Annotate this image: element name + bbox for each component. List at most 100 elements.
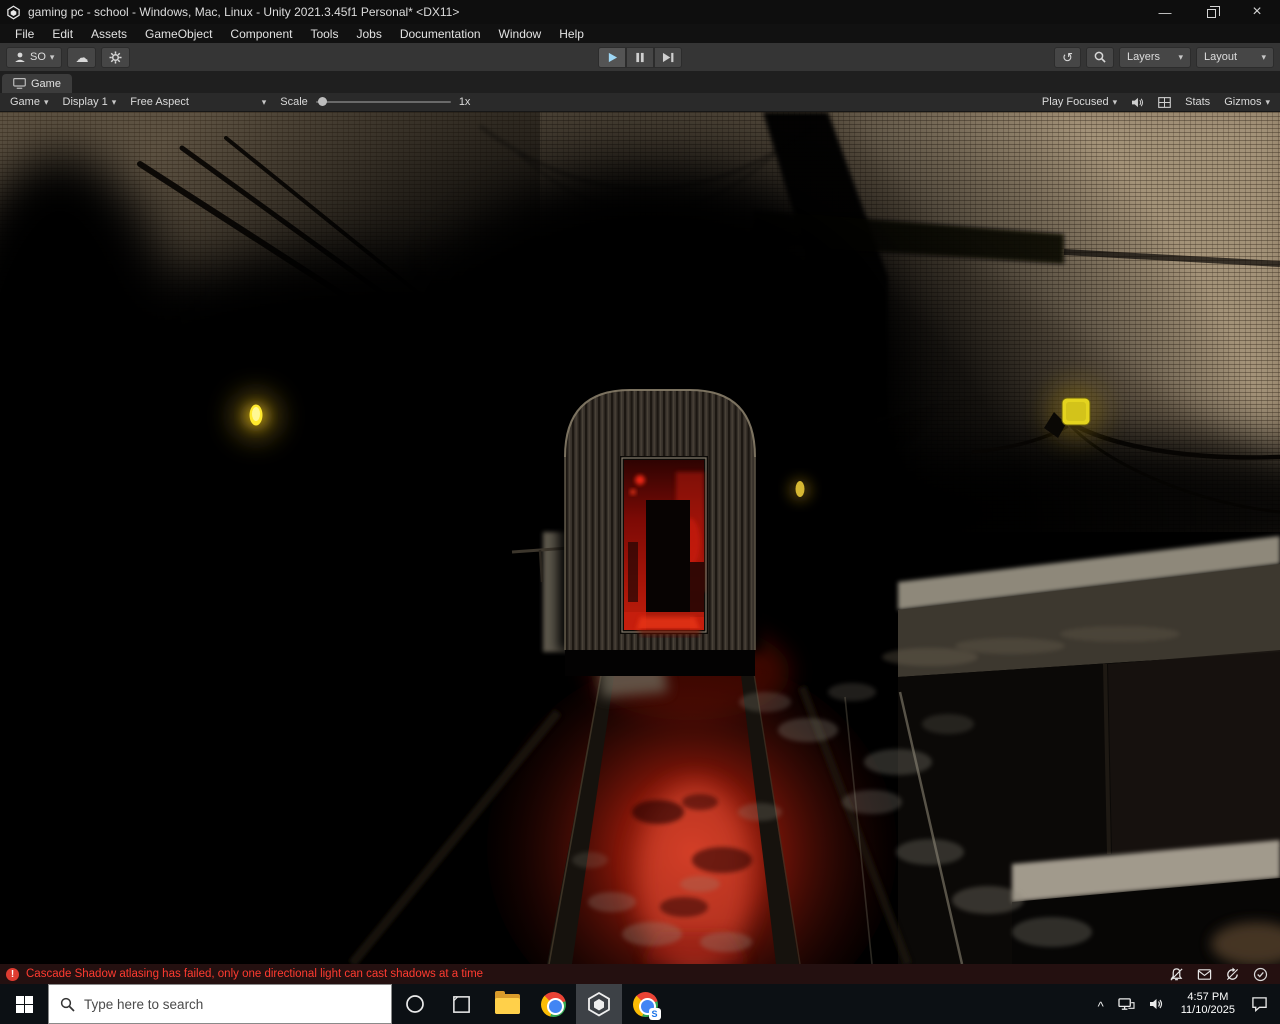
- gear-icon: [109, 50, 122, 64]
- play-focused-label: Play Focused: [1041, 96, 1109, 108]
- close-button[interactable]: ×: [1234, 0, 1280, 24]
- display-dropdown[interactable]: Display 1 ▾: [56, 93, 124, 111]
- mute-audio-button[interactable]: [1124, 97, 1151, 108]
- layers-dropdown[interactable]: Layers ▾: [1119, 46, 1191, 68]
- unity-app-icon: [6, 5, 21, 20]
- capture-grid-icon: [1158, 96, 1171, 108]
- menu-window[interactable]: Window: [490, 27, 551, 41]
- gizmos-dropdown[interactable]: Gizmos ▾: [1217, 96, 1277, 108]
- services-button[interactable]: [101, 46, 131, 68]
- chevron-down-icon: ▾: [111, 96, 117, 107]
- train-car: [558, 382, 762, 676]
- windows-logo-icon: [15, 995, 33, 1013]
- search-button[interactable]: [1086, 46, 1114, 68]
- scale-slider[interactable]: [315, 97, 451, 106]
- file-explorer-button[interactable]: [484, 984, 530, 1024]
- account-button[interactable]: SO ▾: [6, 46, 63, 68]
- minimize-icon: —: [1158, 4, 1172, 20]
- search-icon: [60, 997, 75, 1012]
- undo-history-button[interactable]: ↺: [1054, 46, 1081, 68]
- play-icon: [608, 52, 617, 62]
- taskbar-clock[interactable]: 4:57 PM 11/10/2025: [1172, 991, 1244, 1017]
- profile-badge: S: [648, 1007, 661, 1020]
- play-button[interactable]: [598, 46, 626, 68]
- menu-gameobject[interactable]: GameObject: [136, 27, 221, 41]
- menu-jobs[interactable]: Jobs: [347, 27, 390, 41]
- unity-taskbar-button[interactable]: [576, 984, 622, 1024]
- network-icon: [1118, 997, 1135, 1010]
- tab-game[interactable]: Game: [2, 74, 72, 93]
- menu-bar: File Edit Assets GameObject Component To…: [0, 24, 1280, 43]
- layers-label: Layers: [1127, 51, 1161, 63]
- main-toolbar: SO ▾ ☁ ↺ Layers ▾ Layout ▾: [0, 43, 1280, 72]
- scale-slider-knob[interactable]: [317, 97, 327, 106]
- aspect-dropdown[interactable]: Free Aspect ▾: [123, 93, 273, 111]
- center-tunnel-light: [788, 478, 812, 502]
- network-tray-button[interactable]: [1111, 984, 1142, 1024]
- menu-file[interactable]: File: [6, 27, 43, 41]
- cortana-icon: [406, 995, 424, 1013]
- aspect-label: Free Aspect: [130, 96, 189, 108]
- stats-button[interactable]: Stats: [1178, 96, 1217, 108]
- menu-help[interactable]: Help: [550, 27, 593, 41]
- menu-edit[interactable]: Edit: [43, 27, 82, 41]
- file-explorer-icon: [494, 991, 520, 1014]
- chrome-profile-button[interactable]: S: [622, 984, 668, 1024]
- stats-label: Stats: [1185, 96, 1211, 108]
- layout-label: Layout: [1204, 51, 1238, 63]
- game-viewport[interactable]: [0, 112, 1280, 1024]
- action-center-icon: [1252, 997, 1267, 1012]
- menu-tools[interactable]: Tools: [301, 27, 347, 41]
- display-mode-label: Game: [10, 96, 40, 108]
- speaker-icon: [1132, 97, 1144, 107]
- auto-refresh-icon[interactable]: [1225, 966, 1240, 982]
- menu-component[interactable]: Component: [221, 27, 301, 41]
- cloud-button[interactable]: ☁: [67, 46, 97, 68]
- pause-button[interactable]: [626, 46, 654, 68]
- layout-dropdown[interactable]: Layout ▾: [1196, 46, 1274, 68]
- search-icon: [1094, 51, 1106, 63]
- chrome-icon: [540, 991, 566, 1017]
- gizmos-label: Gizmos: [1224, 96, 1262, 108]
- scale-label: Scale: [280, 96, 308, 108]
- game-view-icon: [13, 78, 26, 89]
- search-input[interactable]: [84, 996, 380, 1012]
- status-bar[interactable]: ! Cascade Shadow atlasing has failed, on…: [0, 964, 1280, 984]
- status-error-text: Cascade Shadow atlasing has failed, only…: [26, 968, 484, 980]
- task-view-button[interactable]: [438, 984, 484, 1024]
- mute-notifications-icon[interactable]: [1169, 967, 1184, 982]
- account-label: SO: [30, 51, 46, 63]
- tab-strip: Game: [0, 72, 1280, 93]
- action-center-button[interactable]: [1244, 984, 1280, 1024]
- speaker-icon: [1149, 999, 1162, 1009]
- play-focused-dropdown[interactable]: Play Focused ▾: [1035, 96, 1124, 108]
- step-button[interactable]: [654, 46, 682, 68]
- display-mode-dropdown[interactable]: Game ▾: [3, 93, 56, 111]
- menu-assets[interactable]: Assets: [82, 27, 136, 41]
- start-button[interactable]: [0, 984, 48, 1024]
- history-icon: ↺: [1062, 49, 1073, 65]
- display-label: Display 1: [62, 96, 108, 108]
- chrome-profile-icon: S: [632, 991, 661, 1020]
- taskbar-search[interactable]: [48, 984, 392, 1024]
- window-title: gaming pc - school - Windows, Mac, Linux…: [28, 5, 460, 19]
- cloud-icon: ☁: [75, 49, 89, 65]
- capture-button[interactable]: [1151, 96, 1178, 108]
- chrome-button[interactable]: [530, 984, 576, 1024]
- clock-time: 4:57 PM: [1187, 991, 1229, 1003]
- console-message-icon[interactable]: [1197, 967, 1212, 982]
- volume-tray-button[interactable]: [1142, 984, 1172, 1024]
- restore-button[interactable]: [1188, 0, 1234, 24]
- restore-icon: [1206, 5, 1220, 18]
- chevron-down-icon: ▾: [49, 51, 55, 62]
- tray-overflow-button[interactable]: ^: [1091, 984, 1111, 1024]
- chevron-down-icon: ▾: [1178, 51, 1183, 62]
- windows-taskbar: S ^ 4:57 PM 11/10/2025: [0, 984, 1280, 1024]
- check-circle-icon[interactable]: [1253, 967, 1268, 982]
- window-titlebar[interactable]: gaming pc - school - Windows, Mac, Linux…: [0, 0, 1280, 24]
- cortana-button[interactable]: [392, 984, 438, 1024]
- minimize-button[interactable]: —: [1142, 0, 1188, 24]
- left-tunnel-light: [230, 390, 282, 442]
- menu-documentation[interactable]: Documentation: [391, 27, 490, 41]
- game-scene-render: [0, 112, 1280, 1024]
